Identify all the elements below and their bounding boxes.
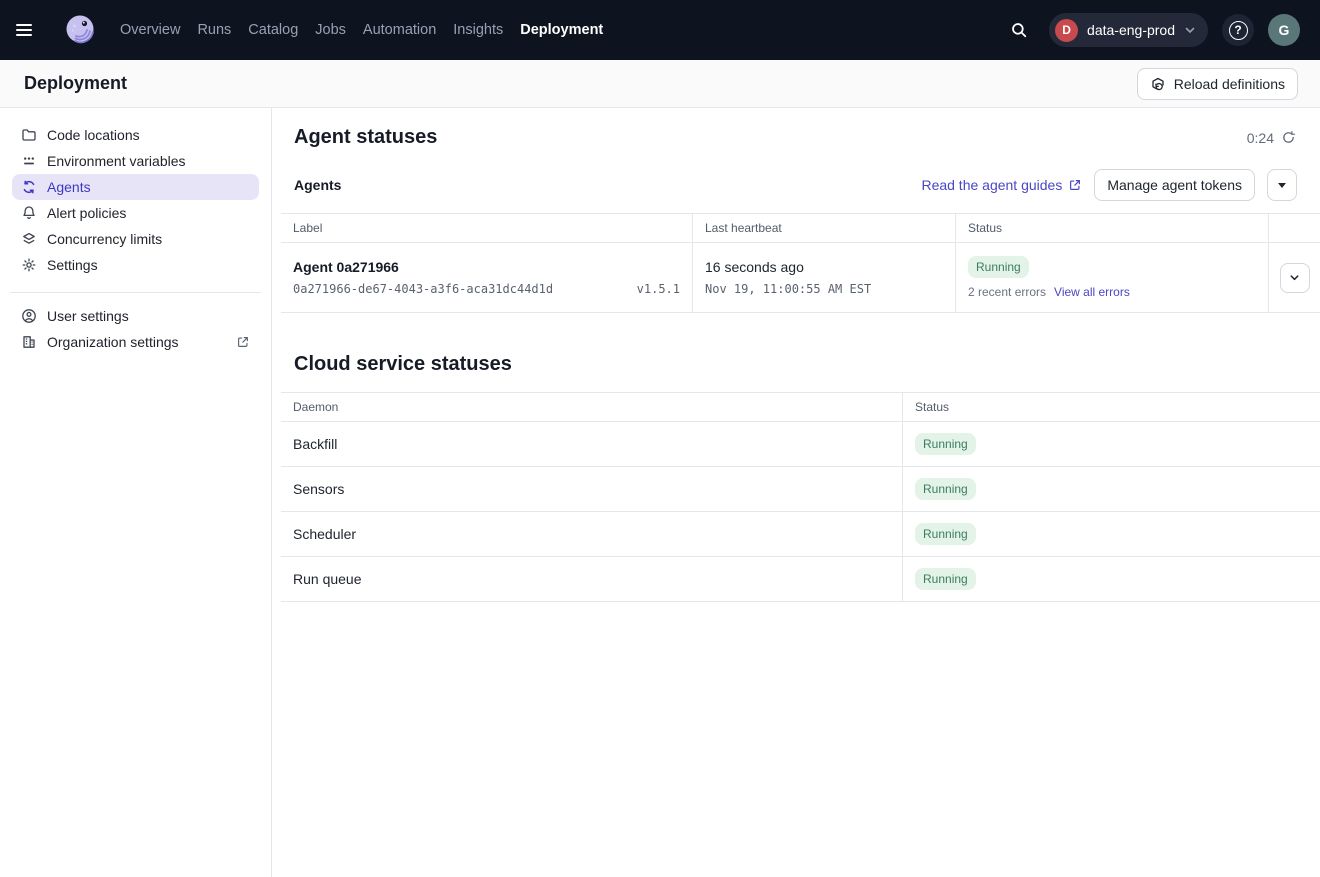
cloud-services-table: Daemon Status Backfill Running Sensors R… <box>281 392 1320 602</box>
agent-uuid: 0a271966-de67-4043-a3f6-aca31dc44d1d <box>293 282 553 296</box>
daemon-status-badge: Running <box>915 478 976 500</box>
daemon-name: Sensors <box>293 481 344 497</box>
col-header-status: Status <box>902 393 1320 421</box>
page-header: Deployment Reload definitions <box>0 60 1320 108</box>
page-title: Deployment <box>24 73 127 94</box>
deployment-scope-label: data-eng-prod <box>1087 22 1175 38</box>
sidebar-item-alert-policies[interactable]: Alert policies <box>12 200 259 226</box>
countdown-value: 0:24 <box>1247 130 1274 146</box>
agent-row-expand-button[interactable] <box>1280 263 1310 293</box>
search-icon[interactable] <box>1003 14 1035 46</box>
chevron-down-icon <box>1184 24 1196 36</box>
user-avatar[interactable]: G <box>1268 14 1300 46</box>
top-nav: Overview Runs Catalog Jobs Automation In… <box>0 0 1320 60</box>
daemon-row-run-queue: Run queue Running <box>281 557 1320 602</box>
deployment-initial-badge: D <box>1055 19 1078 42</box>
main-content: Agent statuses 0:24 Agents Read the agen… <box>272 108 1320 877</box>
nav-item-insights[interactable]: Insights <box>453 22 503 38</box>
reload-definitions-button[interactable]: Reload definitions <box>1137 68 1298 100</box>
external-link-icon <box>236 335 250 349</box>
agent-name: Agent 0a271966 <box>293 259 680 275</box>
agents-table-header: Label Last heartbeat Status <box>281 213 1320 243</box>
daemon-status-badge: Running <box>915 568 976 590</box>
nav-item-overview[interactable]: Overview <box>120 22 180 38</box>
daemon-name: Run queue <box>293 571 362 587</box>
sidebar-item-environment-variables[interactable]: Environment variables <box>12 148 259 174</box>
sidebar-item-user-settings[interactable]: User settings <box>12 303 259 329</box>
sidebar-item-organization-settings[interactable]: Organization settings <box>12 329 259 355</box>
nav-item-deployment[interactable]: Deployment <box>520 22 603 38</box>
caret-down-icon <box>1278 183 1286 188</box>
daemon-row-backfill: Backfill Running <box>281 422 1320 467</box>
daemon-status-badge: Running <box>915 523 976 545</box>
agents-section-label: Agents <box>294 177 341 193</box>
cloud-service-statuses-title: Cloud service statuses <box>294 353 1320 376</box>
sidebar-item-settings[interactable]: Settings <box>12 252 259 278</box>
daemon-row-sensors: Sensors Running <box>281 467 1320 512</box>
nav-item-runs[interactable]: Runs <box>197 22 231 38</box>
agent-version: v1.5.1 <box>637 282 680 296</box>
chevron-down-icon <box>1289 272 1300 283</box>
sidebar-divider <box>10 292 261 293</box>
gear-icon <box>21 257 37 273</box>
col-header-label: Label <box>281 214 692 242</box>
nav-item-catalog[interactable]: Catalog <box>248 22 298 38</box>
deployment-scope-switcher[interactable]: D data-eng-prod <box>1049 13 1208 47</box>
building-icon <box>21 334 37 350</box>
primary-nav: Overview Runs Catalog Jobs Automation In… <box>120 22 603 38</box>
folder-icon <box>21 127 37 143</box>
refresh-countdown: 0:24 <box>1247 130 1296 146</box>
hamburger-menu-icon[interactable] <box>16 16 44 44</box>
agent-status-badge: Running <box>968 256 1029 278</box>
col-header-daemon: Daemon <box>281 393 902 421</box>
user-icon <box>21 308 37 324</box>
layers-icon <box>21 231 37 247</box>
agent-guides-link[interactable]: Read the agent guides <box>921 177 1082 193</box>
nav-item-jobs[interactable]: Jobs <box>315 22 346 38</box>
dagster-logo-icon[interactable] <box>62 12 98 48</box>
help-icon[interactable]: ? <box>1222 14 1254 46</box>
agent-row: Agent 0a271966 0a271966-de67-4043-a3f6-a… <box>281 243 1320 313</box>
refresh-icon[interactable] <box>1281 130 1296 145</box>
view-all-errors-link[interactable]: View all errors <box>1054 285 1130 299</box>
daemon-name: Backfill <box>293 436 337 452</box>
agent-sync-icon <box>21 179 37 195</box>
manage-agent-tokens-button[interactable]: Manage agent tokens <box>1094 169 1255 201</box>
daemon-name: Scheduler <box>293 526 356 542</box>
col-header-empty <box>1268 214 1320 242</box>
external-link-icon <box>1068 178 1082 192</box>
daemon-row-scheduler: Scheduler Running <box>281 512 1320 557</box>
bell-icon <box>21 205 37 221</box>
col-header-last-heartbeat: Last heartbeat <box>692 214 955 242</box>
heartbeat-timestamp: Nov 19, 11:00:55 AM EST <box>705 282 943 296</box>
agents-table: Label Last heartbeat Status Agent 0a2719… <box>281 213 1320 313</box>
sidebar-item-agents[interactable]: Agents <box>12 174 259 200</box>
agent-statuses-title: Agent statuses <box>294 126 437 149</box>
env-vars-icon <box>21 153 37 169</box>
recent-errors-count: 2 recent errors <box>968 285 1046 299</box>
deployment-sidebar: Code locations Environment variables Age… <box>0 108 272 877</box>
heartbeat-relative: 16 seconds ago <box>705 259 943 275</box>
nav-item-automation[interactable]: Automation <box>363 22 436 38</box>
agent-tokens-menu-button[interactable] <box>1267 169 1297 201</box>
sidebar-item-concurrency-limits[interactable]: Concurrency limits <box>12 226 259 252</box>
sidebar-item-code-locations[interactable]: Code locations <box>12 122 259 148</box>
daemon-status-badge: Running <box>915 433 976 455</box>
cloud-table-header: Daemon Status <box>281 392 1320 422</box>
reload-icon <box>1150 76 1166 92</box>
col-header-status: Status <box>955 214 1268 242</box>
